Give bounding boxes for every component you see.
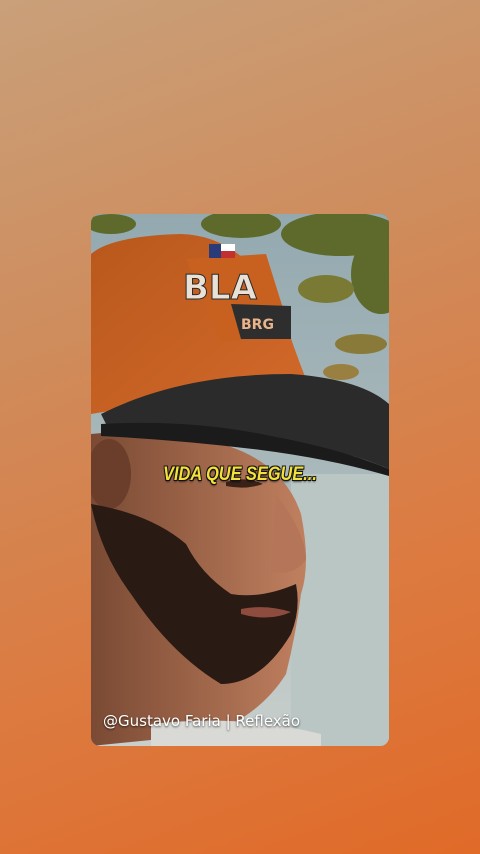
svg-text:BLA: BLA [183, 268, 258, 308]
svg-text:BRG: BRG [241, 317, 274, 333]
story-card[interactable]: BLA BRG VIDA QUE SEGUE... @Gustavo Faria… [91, 214, 389, 746]
caption-text: VIDA QUE SEGUE... [163, 464, 317, 485]
credit-watermark: @Gustavo Faria | Reflexão [103, 712, 301, 730]
